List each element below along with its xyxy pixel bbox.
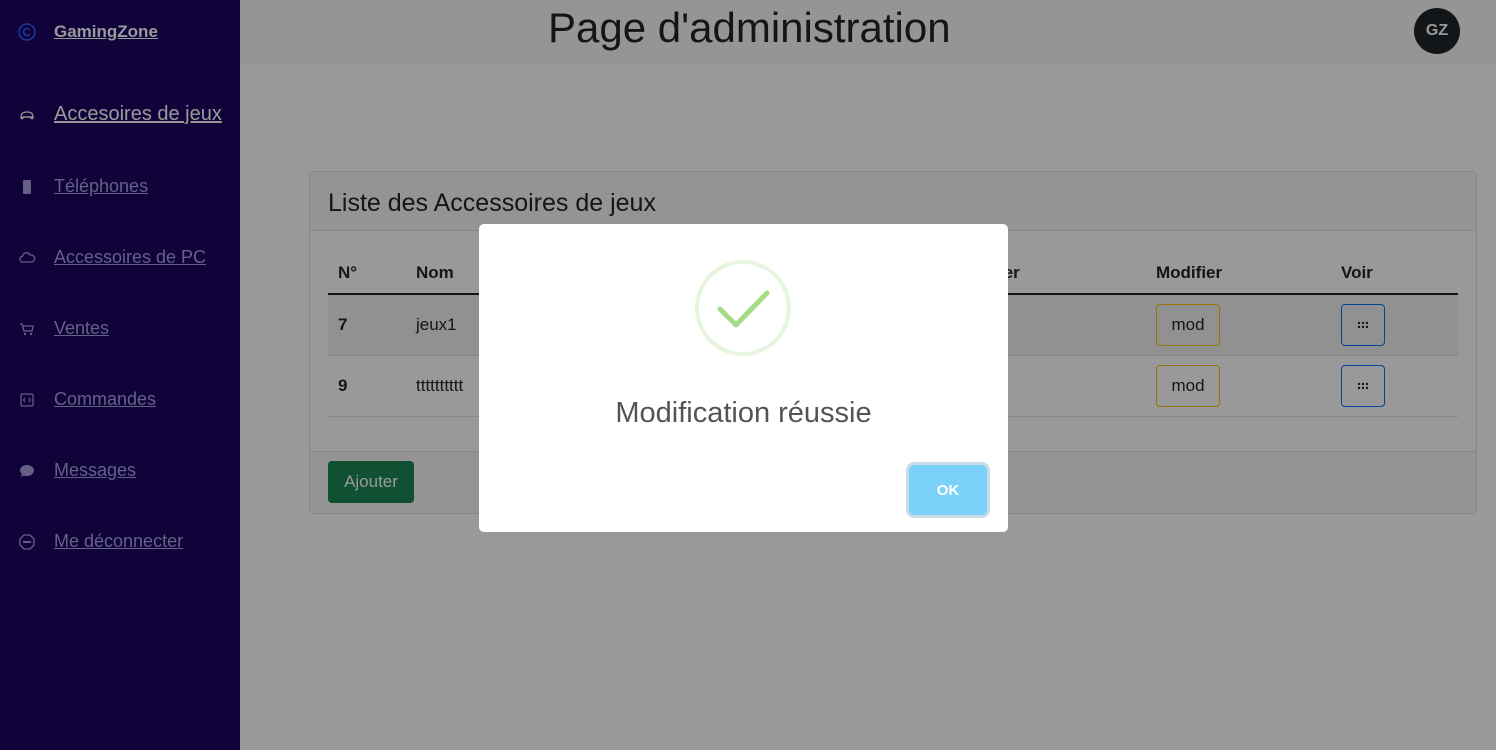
ok-button[interactable]: OK bbox=[909, 465, 987, 515]
success-dialog: Modification réussie OK bbox=[479, 224, 1008, 532]
success-check-icon bbox=[695, 260, 791, 356]
dialog-message: Modification réussie bbox=[615, 397, 872, 429]
